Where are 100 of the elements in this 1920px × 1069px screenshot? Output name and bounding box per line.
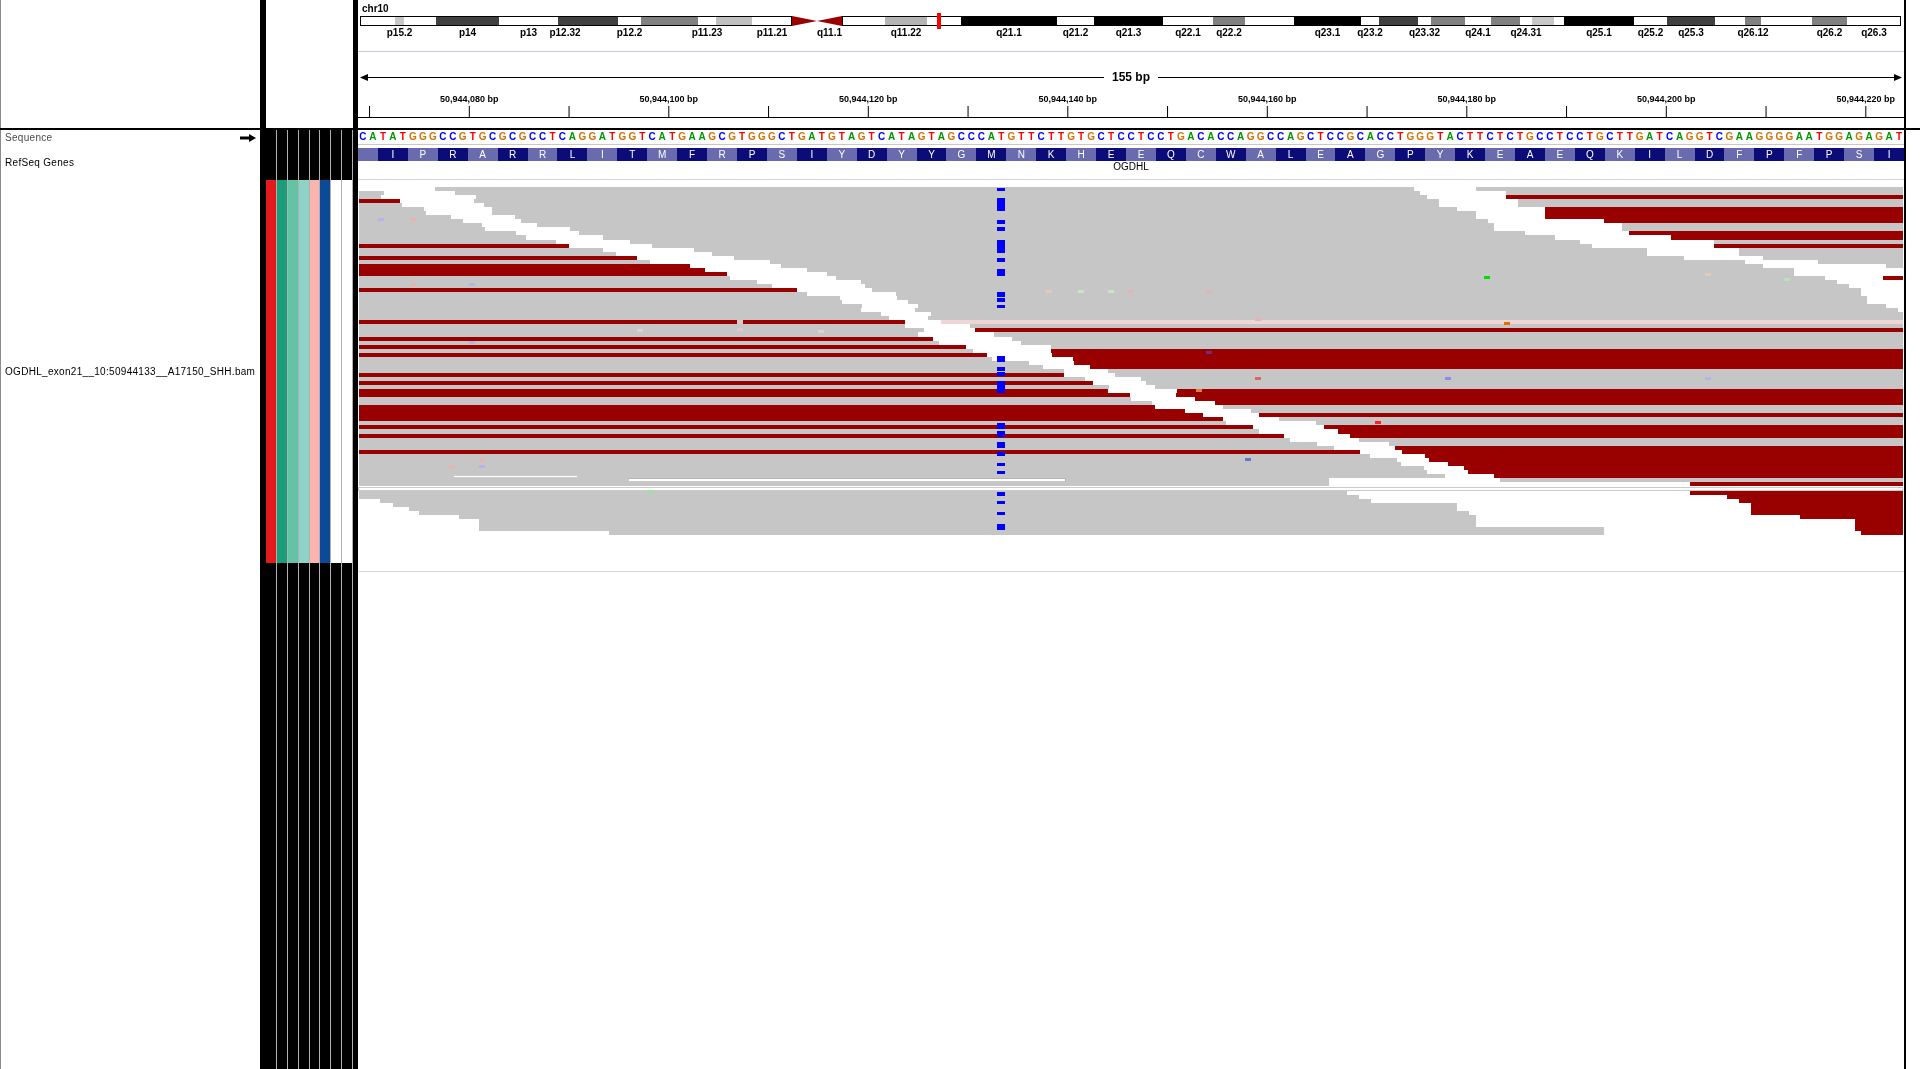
base-letter: C — [1455, 131, 1465, 143]
base-letter: C — [877, 131, 887, 143]
base-letter: A — [1365, 131, 1375, 143]
base-letter: T — [1705, 131, 1714, 143]
base-letter: A — [687, 131, 697, 143]
amino-acid: M — [976, 148, 1007, 161]
base-letter: G — [1295, 131, 1306, 143]
base-letter: T — [1396, 131, 1405, 143]
amino-acid: L — [1675, 148, 1684, 161]
track-name[interactable]: OGDHL_exon21__10:50944133__A17150_SHH.bam — [5, 365, 256, 378]
base-letter: C — [1226, 131, 1236, 143]
base-letter: C — [358, 131, 368, 143]
band-label: p15.2 — [386, 27, 413, 38]
band-label: p12.32 — [549, 27, 581, 38]
span-label: 155 bp — [1111, 71, 1151, 84]
track-name[interactable]: RefSeq Genes — [5, 156, 75, 169]
amino-acid: R — [437, 148, 468, 161]
base-letter: G — [707, 131, 717, 143]
amino-acid: H — [1076, 148, 1086, 161]
base-letter: G — [627, 131, 638, 143]
base-letter: T — [398, 131, 407, 143]
amino-acid: P — [418, 148, 428, 161]
base-letter: G — [767, 131, 777, 143]
track-name[interactable]: Sequence — [5, 131, 53, 144]
base-letter: C — [438, 131, 448, 143]
amino-acid: P — [1395, 148, 1426, 161]
base-letter: A — [1445, 131, 1455, 143]
base-letter: T — [548, 131, 557, 143]
base-letter: G — [946, 131, 957, 143]
base-letter: G — [1405, 131, 1416, 143]
base-letter: T — [1136, 131, 1145, 143]
base-letter: G — [1175, 131, 1186, 143]
base-letter: C — [1276, 131, 1286, 143]
base-letter: G — [1834, 131, 1845, 143]
base-letter: C — [1545, 131, 1555, 143]
base-letter: A — [1206, 131, 1216, 143]
band-label: q21.2 — [1062, 27, 1089, 38]
base-letter: C — [1216, 131, 1226, 143]
amino-acid: K — [1615, 148, 1625, 161]
amino-acid: P — [1814, 148, 1845, 161]
base-letter: G — [517, 131, 528, 143]
band-label: q11.1 — [817, 27, 842, 38]
band-label: q24.1 — [1465, 27, 1491, 38]
base-letter: T — [897, 131, 906, 143]
base-letter: T — [638, 131, 647, 143]
base-letter: G — [747, 131, 757, 143]
base-letter: C — [1036, 131, 1046, 143]
base-letter: T — [1316, 131, 1325, 143]
base-letter: A — [986, 131, 996, 143]
base-letter: T — [1815, 131, 1824, 143]
amino-acid: S — [777, 148, 787, 161]
base-letter: G — [757, 131, 767, 143]
base-letter: A — [807, 131, 817, 143]
base-letter: C — [1116, 131, 1126, 143]
base-letter: A — [1734, 131, 1745, 143]
base-letter: G — [617, 131, 628, 143]
amino-acid: Q — [1574, 148, 1605, 161]
strand-arrow-icon[interactable] — [240, 133, 256, 142]
base-letter: T — [668, 131, 677, 143]
amino-acid: A — [1515, 148, 1545, 161]
gene-name: OGDHL — [1113, 162, 1149, 172]
base-letter: C — [1575, 131, 1585, 143]
base-letter: T — [1077, 131, 1086, 143]
base-letter: T — [378, 131, 387, 143]
base-letter: T — [468, 131, 477, 143]
base-letter: G — [1415, 131, 1426, 143]
amino-acid: G — [1375, 148, 1386, 161]
base-letter: C — [1305, 131, 1316, 143]
band-label: p14 — [458, 27, 477, 38]
base-letter: G — [1345, 131, 1356, 143]
tick-label: 50,944,180 bp — [1437, 94, 1497, 104]
band-label: q26.2 — [1816, 27, 1843, 38]
amino-acid: N — [1016, 148, 1026, 161]
base-letter: G — [727, 131, 737, 143]
base-letter: G — [1784, 131, 1795, 143]
base-letter: A — [1285, 131, 1296, 143]
base-letter: C — [537, 131, 548, 143]
amino-acid: T — [617, 148, 648, 161]
base-letter: A — [1674, 131, 1685, 143]
base-letter: T — [927, 131, 936, 143]
base-letter: T — [1166, 131, 1175, 143]
band-label: p11.23 — [691, 27, 723, 38]
base-letter: G — [457, 131, 468, 143]
base-letter: G — [916, 131, 927, 143]
base-letter: T — [837, 131, 846, 143]
amino-acid: A — [1256, 148, 1265, 161]
base-letter: C — [488, 131, 498, 143]
base-letter: C — [956, 131, 967, 143]
base-letter: C — [717, 131, 727, 143]
base-letter: C — [1355, 131, 1365, 143]
base-letter: G — [1774, 131, 1785, 143]
tick-label: 50,944,080 bp — [440, 94, 499, 104]
base-letter: T — [1615, 131, 1624, 143]
base-letter: C — [1096, 131, 1106, 143]
amino-acid: C — [1196, 148, 1206, 161]
band-label: p11.21 — [756, 27, 788, 38]
base-letter: A — [597, 131, 607, 143]
amino-acid: Y — [1435, 148, 1445, 161]
base-letter: G — [1764, 131, 1775, 143]
amino-acid: F — [677, 148, 708, 161]
